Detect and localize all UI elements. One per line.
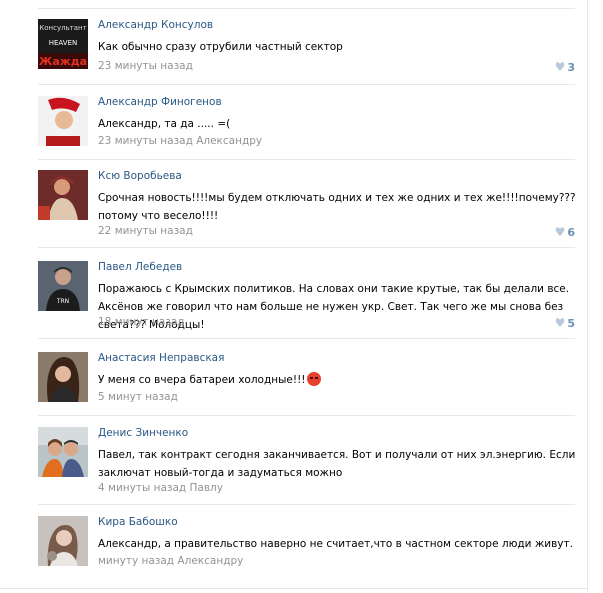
avatar[interactable] bbox=[38, 96, 88, 146]
divider bbox=[38, 247, 575, 248]
avatar-text-top: Консультант bbox=[39, 24, 86, 32]
like-count: 3 bbox=[567, 61, 575, 74]
comment-text: Как обычно сразу отрубили частный сектор bbox=[98, 41, 343, 53]
heart-icon: ♥ bbox=[554, 316, 566, 330]
comment-meta: 4 минуты назад Павлу bbox=[98, 482, 223, 494]
comment-item: Александр Финогенов Александр, та да ...… bbox=[38, 96, 575, 160]
avatar[interactable]: TRN bbox=[38, 261, 88, 311]
like-button[interactable]: ♥ 5 bbox=[555, 316, 575, 330]
angry-face-icon bbox=[307, 372, 322, 386]
bottom-divider bbox=[0, 588, 588, 589]
comment-text: Павел, так контракт сегодня заканчиваетс… bbox=[98, 449, 576, 479]
like-count: 6 bbox=[567, 226, 575, 239]
avatar[interactable] bbox=[38, 352, 88, 402]
reply-to[interactable]: Павлу bbox=[190, 482, 223, 494]
avatar-shirt-text: TRN bbox=[56, 298, 69, 305]
comment-text: У меня со вчера батареи холодные!!! bbox=[98, 371, 578, 389]
avatar[interactable] bbox=[38, 427, 88, 477]
comment-item: Ксю Воробьева Срочная новость!!!!мы буде… bbox=[38, 170, 576, 248]
comment-author[interactable]: Денис Зинченко bbox=[98, 427, 188, 439]
heart-icon: ♥ bbox=[554, 60, 566, 74]
avatar[interactable] bbox=[38, 170, 88, 220]
avatar-text-bot: Жажда bbox=[39, 55, 87, 68]
comment-time[interactable]: 23 минуты назад bbox=[98, 60, 193, 72]
reply-to[interactable]: Александру bbox=[177, 555, 243, 567]
reply-to[interactable]: Александру bbox=[196, 135, 262, 147]
comment-time[interactable]: 18 минут назад bbox=[98, 316, 185, 328]
comment-time[interactable]: минуту назад bbox=[98, 555, 174, 567]
divider bbox=[38, 159, 575, 160]
comment-author[interactable]: Ксю Воробьева bbox=[98, 170, 182, 182]
heart-icon: ♥ bbox=[554, 225, 566, 239]
comment-time[interactable]: 23 минуты назад bbox=[98, 135, 193, 147]
comment-item: Консультант HEAVEN Жажда Александр Консу… bbox=[38, 19, 575, 85]
like-button[interactable]: ♥ 6 bbox=[555, 225, 575, 239]
comment-time[interactable]: 4 минуты назад bbox=[98, 482, 186, 494]
divider bbox=[38, 84, 575, 85]
like-button[interactable]: ♥ 3 bbox=[555, 60, 575, 74]
comment-author[interactable]: Александр Финогенов bbox=[98, 96, 222, 108]
comment-text: Александр, та да ..... =( bbox=[98, 118, 231, 130]
comment-meta: минуту назад Александру bbox=[98, 555, 243, 567]
comment-author[interactable]: Павел Лебедев bbox=[98, 261, 182, 273]
like-count: 5 bbox=[567, 317, 575, 330]
avatar[interactable]: Консультант HEAVEN Жажда bbox=[38, 19, 88, 69]
divider bbox=[38, 504, 575, 505]
comment-author[interactable]: Кира Бабошко bbox=[98, 516, 178, 528]
comment-text: Александр, а правительство наверно не сч… bbox=[98, 538, 573, 550]
comment-time[interactable]: 5 минут назад bbox=[98, 391, 178, 403]
comment-text: Срочная новость!!!!мы будем отключать од… bbox=[98, 192, 576, 222]
comment-item: TRN Павел Лебедев Поражаюсь с Крымских п… bbox=[38, 261, 575, 339]
comment-meta: 23 минуты назад Александру bbox=[98, 135, 262, 147]
comment-time[interactable]: 22 минуты назад bbox=[98, 225, 193, 237]
divider bbox=[38, 338, 575, 339]
avatar-text-mid: HEAVEN bbox=[49, 39, 77, 47]
comment-author[interactable]: Александр Консулов bbox=[98, 19, 213, 31]
top-divider bbox=[38, 8, 575, 9]
avatar[interactable] bbox=[38, 516, 88, 566]
comment-item: Кира Бабошко Александр, а правительство … bbox=[38, 516, 575, 580]
comment-item: Денис Зинченко Павел, так контракт сегод… bbox=[38, 427, 575, 505]
comment-author[interactable]: Анастасия Неправская bbox=[98, 352, 224, 364]
comment-text-content: У меня со вчера батареи холодные!!! bbox=[98, 374, 306, 386]
divider bbox=[38, 415, 575, 416]
comment-item: Анастасия Неправская У меня со вчера бат… bbox=[38, 352, 575, 416]
